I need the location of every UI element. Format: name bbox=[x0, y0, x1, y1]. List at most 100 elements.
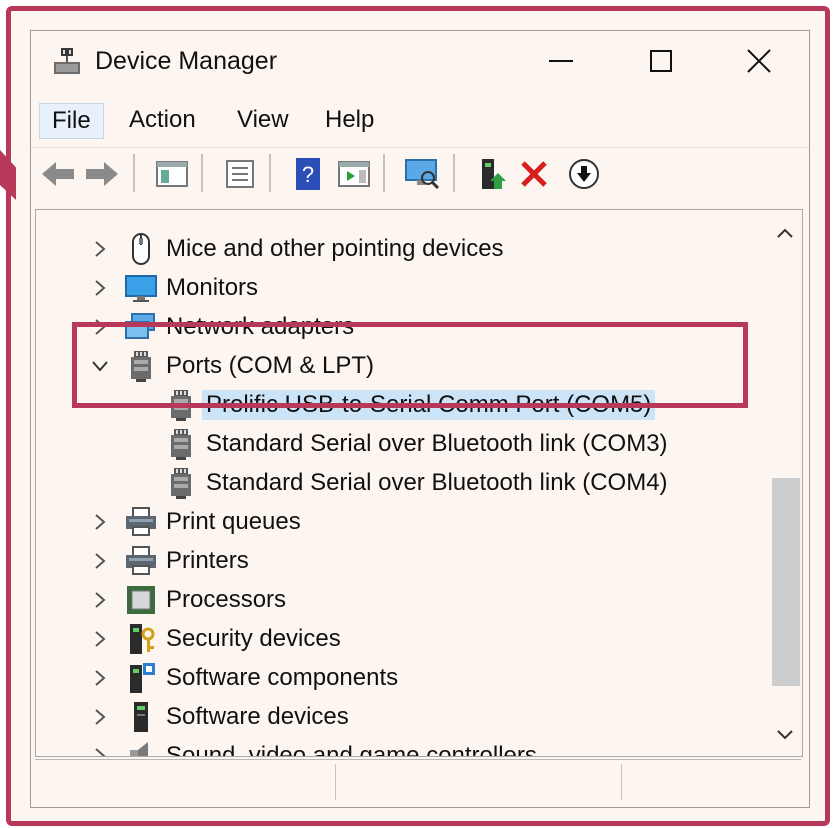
device-category-item[interactable]: Processors bbox=[36, 581, 772, 619]
toolbar-separator bbox=[201, 154, 203, 192]
processor-icon bbox=[124, 583, 158, 617]
update-driver-icon bbox=[482, 159, 506, 189]
toolbar-separator bbox=[133, 154, 135, 192]
device-tree-label: Processors bbox=[166, 586, 287, 613]
device-category-item[interactable]: Software components bbox=[36, 659, 772, 697]
device-manager-window: Device Manager File Action View Help ? M… bbox=[30, 30, 810, 808]
help-button[interactable]: ? bbox=[289, 156, 327, 192]
speaker-icon bbox=[124, 739, 158, 756]
properties-button[interactable] bbox=[221, 156, 259, 192]
uninstall-icon bbox=[521, 161, 547, 187]
chevron-right-icon bbox=[95, 748, 106, 756]
chevron-right-icon bbox=[95, 709, 106, 725]
toolbar-separator bbox=[383, 154, 385, 192]
action-pane-button[interactable] bbox=[335, 156, 373, 192]
expand-toggle[interactable] bbox=[88, 509, 112, 535]
chevron-right-icon bbox=[95, 241, 106, 257]
monitor-icon bbox=[124, 271, 158, 305]
device-tree-label: Standard Serial over Bluetooth link (COM… bbox=[206, 469, 668, 496]
forward-arrow-icon bbox=[86, 162, 118, 186]
device-tree-item[interactable]: Standard Serial over Bluetooth link (COM… bbox=[36, 425, 772, 463]
chevron-down-icon bbox=[777, 730, 793, 740]
highlight-box bbox=[72, 322, 748, 408]
chevron-right-icon bbox=[95, 553, 106, 569]
scroll-down-button[interactable] bbox=[768, 718, 802, 752]
device-tree[interactable]: Mice and other pointing devices Monitors N… bbox=[35, 209, 803, 757]
menu-action[interactable]: Action bbox=[117, 103, 208, 137]
chevron-right-icon bbox=[95, 514, 106, 530]
chevron-right-icon bbox=[95, 280, 106, 296]
device-category-item[interactable]: Security devices bbox=[36, 620, 772, 658]
title-bar: Device Manager bbox=[31, 31, 809, 93]
device-tree-label: Mice and other pointing devices bbox=[166, 235, 504, 262]
device-tree-label: Printers bbox=[166, 547, 249, 574]
back-button[interactable] bbox=[39, 156, 77, 192]
back-arrow-icon bbox=[42, 162, 74, 186]
device-tree-label: Monitors bbox=[166, 274, 259, 301]
device-tree-label: Software devices bbox=[166, 703, 349, 730]
chevron-right-icon bbox=[95, 670, 106, 686]
printer-icon bbox=[124, 505, 158, 539]
disable-device-icon bbox=[569, 159, 599, 189]
chevron-up-icon bbox=[777, 228, 793, 238]
printer-icon bbox=[124, 544, 158, 578]
status-divider bbox=[335, 764, 336, 800]
expand-toggle[interactable] bbox=[88, 548, 112, 574]
update-driver-button[interactable] bbox=[473, 156, 511, 192]
chevron-right-icon bbox=[95, 592, 106, 608]
svg-text:?: ? bbox=[302, 162, 314, 187]
disable-device-button[interactable] bbox=[565, 156, 603, 192]
expand-toggle[interactable] bbox=[88, 743, 112, 756]
device-category-item[interactable]: Printers bbox=[36, 542, 772, 580]
status-divider bbox=[621, 764, 622, 800]
menu-view[interactable]: View bbox=[225, 103, 301, 137]
device-tree-label: Standard Serial over Bluetooth link (COM… bbox=[206, 430, 668, 457]
menu-bar: File Action View Help bbox=[31, 97, 809, 141]
device-tree-item[interactable]: Standard Serial over Bluetooth link (COM… bbox=[36, 464, 772, 502]
expand-toggle[interactable] bbox=[88, 704, 112, 730]
device-category-item[interactable]: Sound, video and game controllers bbox=[36, 737, 772, 757]
software-device-icon bbox=[124, 700, 158, 734]
device-category-item[interactable]: Mice and other pointing devices bbox=[36, 230, 772, 268]
chevron-right-icon bbox=[95, 631, 106, 647]
status-bar bbox=[35, 759, 801, 804]
device-tree-label: Security devices bbox=[166, 625, 341, 652]
close-icon bbox=[747, 49, 771, 73]
vertical-scrollbar[interactable] bbox=[768, 210, 802, 756]
mouse-icon bbox=[124, 232, 158, 266]
uninstall-device-button[interactable] bbox=[515, 156, 553, 192]
scrollbar-thumb[interactable] bbox=[772, 478, 800, 686]
scan-hardware-button[interactable] bbox=[403, 156, 441, 192]
action-pane-icon bbox=[338, 161, 370, 187]
maximize-icon bbox=[650, 50, 672, 72]
expand-toggle[interactable] bbox=[88, 587, 112, 613]
toolbar: ? bbox=[31, 147, 809, 198]
expand-toggle[interactable] bbox=[88, 275, 112, 301]
port-icon bbox=[164, 466, 198, 500]
maximize-button[interactable] bbox=[631, 41, 691, 81]
expand-toggle[interactable] bbox=[88, 665, 112, 691]
device-category-item[interactable]: Monitors bbox=[36, 269, 772, 307]
device-tree-label: Sound, video and game controllers bbox=[166, 742, 537, 757]
expand-toggle[interactable] bbox=[88, 236, 112, 262]
scroll-up-button[interactable] bbox=[768, 216, 802, 250]
properties-icon bbox=[226, 160, 254, 188]
toolbar-separator bbox=[269, 154, 271, 192]
security-device-icon bbox=[124, 622, 158, 656]
software-component-icon bbox=[124, 661, 158, 695]
forward-button[interactable] bbox=[83, 156, 121, 192]
help-icon: ? bbox=[296, 158, 320, 190]
device-tree-label: Print queues bbox=[166, 508, 301, 535]
device-tree-label: Software components bbox=[166, 664, 399, 691]
minimize-icon bbox=[549, 60, 573, 62]
menu-file[interactable]: File bbox=[39, 103, 104, 139]
menu-help[interactable]: Help bbox=[313, 103, 386, 137]
device-category-item[interactable]: Software devices bbox=[36, 698, 772, 736]
scan-hardware-icon bbox=[405, 159, 440, 190]
device-category-item[interactable]: Print queues bbox=[36, 503, 772, 541]
close-button[interactable] bbox=[729, 41, 789, 81]
expand-toggle[interactable] bbox=[88, 626, 112, 652]
window-title: Device Manager bbox=[95, 47, 278, 75]
show-hide-console-tree-button[interactable] bbox=[153, 156, 191, 192]
minimize-button[interactable] bbox=[531, 41, 591, 81]
